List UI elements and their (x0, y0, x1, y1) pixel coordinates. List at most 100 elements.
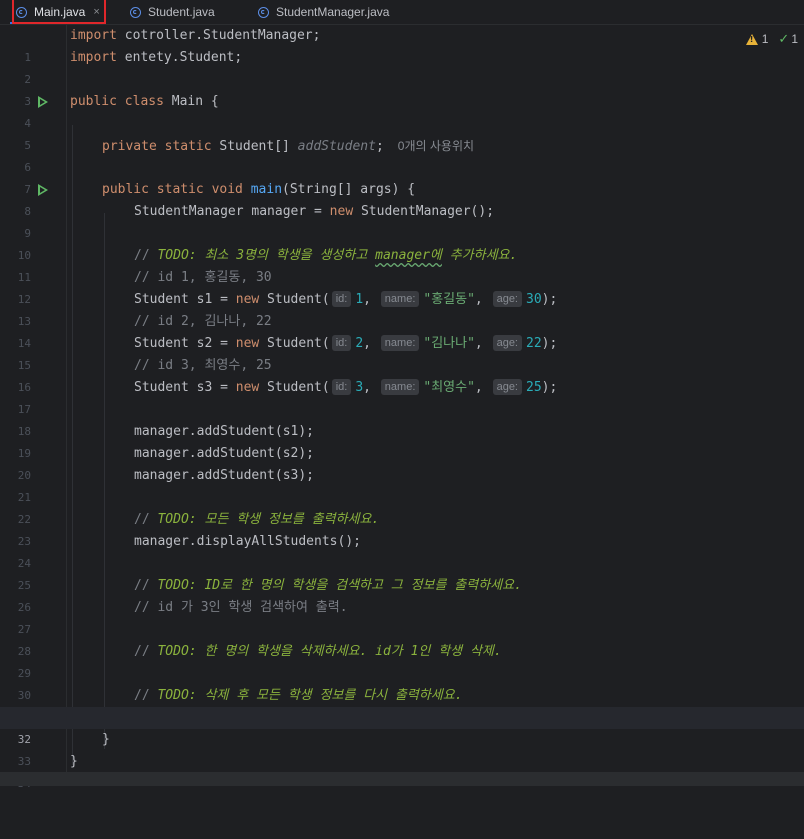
number-literal: 3 (355, 380, 364, 395)
string-literal: "최영수" (423, 380, 475, 395)
code-text: ; (375, 139, 384, 154)
code-line: 17 Student s3 = new Student(id: 3, name: "… (0, 377, 804, 416)
run-main-icon[interactable] (38, 184, 48, 196)
warning-icon (745, 33, 758, 45)
code-line: 33 } (0, 729, 804, 768)
keyword: new (235, 336, 260, 351)
code-text: Student( (259, 292, 330, 307)
usages-hint[interactable]: 0개의 사용위치 (398, 139, 474, 153)
comment: // (134, 688, 158, 703)
number-literal: 1 (355, 292, 364, 307)
tab-label: Student.java (148, 5, 215, 19)
todo-comment: 추가하세요. (441, 248, 518, 263)
code-line: 2 import entety.Student; (0, 47, 804, 86)
param-hint-name: name: (380, 291, 420, 307)
code-line: 13 Student s1 = new Student(id: 1, name: "… (0, 289, 804, 328)
param-hint-age: age: (492, 291, 522, 307)
method-name: main (250, 182, 283, 197)
code-text: ); (541, 292, 558, 307)
tab-label: Main.java (34, 5, 86, 19)
code-line: 23 // TODO: 모든 학생 정보를 출력하세요. (0, 509, 804, 548)
code-line: 16 // id 3, 최영수, 25 (0, 355, 804, 394)
comment: // (134, 512, 158, 527)
todo-comment: TODO: 최소 3명의 학생을 생성하고 (157, 248, 376, 263)
param-hint-age: age: (492, 379, 522, 395)
number-literal: 22 (526, 336, 542, 351)
comment: // (134, 644, 158, 659)
close-tab-icon[interactable]: × (93, 6, 99, 18)
code-line: 21 manager.addStudent(s3); (0, 465, 804, 504)
number-literal: 25 (526, 380, 542, 395)
code-text: cotroller.StudentManager; (116, 28, 321, 43)
keyword: new (329, 204, 354, 219)
code-line: 12 // id 1, 홍길동, 30 (0, 267, 804, 306)
code-line: 9 StudentManager manager = new StudentMa… (0, 201, 804, 240)
run-class-icon[interactable] (38, 96, 48, 108)
code-line: 15 Student s2 = new Student(id: 2, name: "… (0, 333, 804, 372)
string-literal: "홍길동" (423, 292, 475, 307)
code-text: Student s1 = (134, 292, 236, 307)
param-hint-id: id: (331, 291, 352, 307)
code-line: 11 // TODO: 최소 3명의 학생을 생성하고 manager에 추가하… (0, 245, 804, 284)
comment: // id 1, 홍길동, 30 (134, 270, 272, 285)
code-line: 27 // id 가 3인 학생 검색하여 출력. (0, 597, 804, 636)
tab-studentmanager-java[interactable]: StudentManager.java (258, 0, 389, 24)
code-line: 18 (0, 399, 804, 438)
tab-main-java[interactable]: Main.java × (16, 0, 100, 24)
code-line: 25 (0, 553, 804, 592)
keyword: import (70, 50, 117, 65)
code-text: Main { (163, 94, 219, 109)
code-text: Student s2 = (134, 336, 236, 351)
keyword: new (235, 292, 260, 307)
code-text: Student( (259, 336, 330, 351)
code-line: 30 (0, 663, 804, 702)
code-text: (String[] args) { (282, 182, 416, 197)
code-text: Student( (259, 380, 330, 395)
comment: // id 3, 최영수, 25 (134, 358, 272, 373)
ok-count: 1 (791, 32, 798, 46)
editor-tab-bar: Main.java × Student.java StudentManager.… (0, 0, 804, 25)
comment: // id 가 3인 학생 검색하여 출력. (134, 600, 348, 615)
todo-comment: TODO: ID로 한 명의 학생을 검색하고 그 정보를 출력하세요. (157, 578, 522, 593)
java-class-icon (16, 6, 27, 18)
param-hint-id: id: (331, 335, 352, 351)
field-name: addStudent (297, 139, 376, 154)
check-icon: ✓ (778, 31, 790, 46)
todo-comment-typo: manager에 (375, 248, 442, 263)
keyword: public class (70, 94, 164, 109)
comment: // (134, 248, 158, 263)
inspections-widget[interactable]: 1 ✓ 1 (745, 31, 798, 47)
horizontal-scrollbar[interactable] (0, 772, 804, 786)
code-text: } (102, 732, 110, 747)
code-line: 22 (0, 487, 804, 526)
tab-student-java[interactable]: Student.java (130, 0, 215, 24)
code-text: manager.addStudent(s2); (134, 446, 315, 461)
code-line: 1 import cotroller.StudentManager; (0, 25, 804, 64)
comment: // (134, 578, 158, 593)
code-line: 28 (0, 619, 804, 658)
code-line: 14 // id 2, 김나나, 22 (0, 311, 804, 350)
code-text: Student[] (211, 139, 298, 154)
param-hint-name: name: (380, 379, 420, 395)
code-text: Student s3 = (134, 380, 236, 395)
todo-comment: TODO: 한 명의 학생을 삭제하세요. id가 1인 학생 삭제. (157, 644, 502, 659)
current-code-line[interactable]: 32 (0, 707, 804, 746)
keyword: import (70, 28, 117, 43)
number-literal: 30 (526, 292, 542, 307)
code-text: StudentManager manager = (134, 204, 330, 219)
code-text: entety.Student; (116, 50, 243, 65)
code-text: manager.addStudent(s3); (134, 468, 315, 483)
code-line: 26 // TODO: ID로 한 명의 학생을 검색하고 그 정보를 출력하세… (0, 575, 804, 614)
code-text: ); (541, 336, 558, 351)
code-line: 24 manager.displayAllStudents(); (0, 531, 804, 570)
code-text: StudentManager(); (353, 204, 495, 219)
code-editor[interactable]: 1 import cotroller.StudentManager; 2 imp… (0, 25, 804, 790)
todo-comment: TODO: 모든 학생 정보를 출력하세요. (157, 512, 380, 527)
param-hint-name: name: (380, 335, 420, 351)
code-line: 20 manager.addStudent(s2); (0, 443, 804, 482)
code-text: } (70, 754, 78, 769)
code-line: 8 public static void main(String[] args)… (0, 179, 804, 218)
code-line: 29 // TODO: 한 명의 학생을 삭제하세요. id가 1인 학생 삭제… (0, 641, 804, 680)
active-tab-indicator (10, 22, 102, 24)
code-line: 5 (0, 113, 804, 152)
